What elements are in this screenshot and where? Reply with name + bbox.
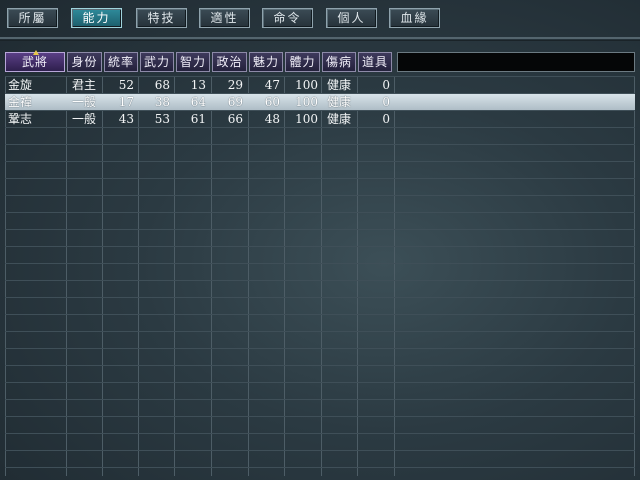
cell-health: 健康 [327, 95, 352, 109]
grid-row-line [5, 365, 635, 366]
cell-name: 鞏志 [8, 112, 33, 126]
table-row[interactable]: 鞏志 一般 43 53 61 66 48 100 健康 0 [5, 111, 635, 127]
tab-special[interactable]: 特技 [136, 8, 187, 28]
grid-row-line [5, 450, 635, 451]
column-header-pol[interactable]: 政治 [212, 52, 247, 72]
column-header-status[interactable]: 身份 [67, 52, 102, 72]
grid-row-line [5, 331, 635, 332]
tab-personal[interactable]: 個人 [326, 8, 377, 28]
cell-hp: 100 [295, 78, 318, 92]
column-header-health[interactable]: 傷病 [322, 52, 356, 72]
grid-row-line [5, 263, 635, 264]
column-header-items[interactable]: 道具 [358, 52, 392, 72]
cell-int: 64 [190, 95, 206, 109]
column-header-cha[interactable]: 魅力 [249, 52, 283, 72]
grid-row-line [5, 229, 635, 230]
cell-hp: 100 [295, 112, 318, 126]
column-header-war[interactable]: 武力 [140, 52, 174, 72]
cell-name: 金旋 [8, 78, 33, 92]
grid-row-line [5, 348, 635, 349]
table-row-selected[interactable]: 金禕 一般 17 38 64 69 60 100 健康 0 [5, 94, 635, 110]
cell-war: 38 [154, 95, 170, 109]
column-header-int[interactable]: 智力 [176, 52, 210, 72]
cell-name: 金禕 [8, 95, 33, 109]
cell-status: 君主 [72, 78, 97, 92]
table-header: 武將 身份 統率 武力 智力 政治 魅力 體力 傷病 道具 [0, 50, 640, 74]
cell-health: 健康 [327, 78, 352, 92]
cell-int: 61 [190, 112, 206, 126]
grid-row-line [5, 195, 635, 196]
cell-cha: 47 [264, 78, 280, 92]
cell-war: 68 [154, 78, 170, 92]
tab-affiliation[interactable]: 所屬 [7, 8, 58, 28]
cell-items: 0 [382, 78, 390, 92]
header-filler [397, 52, 635, 72]
cell-pol: 29 [227, 78, 243, 92]
grid-row-line [5, 314, 635, 315]
tab-ability[interactable]: 能力 [71, 8, 122, 28]
cell-items: 0 [382, 112, 390, 126]
grid-row-line [5, 467, 635, 468]
tab-aptitude[interactable]: 適性 [199, 8, 250, 28]
column-header-lead[interactable]: 統率 [104, 52, 138, 72]
cell-items: 0 [382, 95, 390, 109]
grid-row-line [5, 161, 635, 162]
cell-pol: 66 [227, 112, 243, 126]
table-row[interactable]: 金旋 君主 52 68 13 29 47 100 健康 0 [5, 77, 635, 93]
cell-status: 一般 [72, 112, 97, 126]
column-header-general[interactable]: 武將 [5, 50, 65, 72]
grid-row-line [5, 416, 635, 417]
grid-row-line [5, 433, 635, 434]
divider-shadow [0, 40, 640, 41]
cell-cha: 48 [264, 112, 280, 126]
cell-cha: 60 [264, 95, 280, 109]
grid-row-line [5, 178, 635, 179]
tab-bar: 所屬 能力 特技 適性 命令 個人 血緣 [0, 0, 640, 36]
cell-health: 健康 [327, 112, 352, 126]
column-header-hp[interactable]: 體力 [285, 52, 320, 72]
cell-int: 13 [190, 78, 206, 92]
grid-row-line [5, 246, 635, 247]
grid-row-line [5, 280, 635, 281]
cell-lead: 43 [118, 112, 134, 126]
grid-row-line [5, 144, 635, 145]
grid-row-line [5, 127, 635, 128]
cell-war: 53 [154, 112, 170, 126]
grid-row-line [5, 399, 635, 400]
column-label: 武將 [21, 55, 48, 69]
grid-row-line [5, 382, 635, 383]
grid-row-line [5, 212, 635, 213]
cell-pol: 69 [227, 95, 243, 109]
cell-hp: 100 [295, 95, 318, 109]
grid-row-line [5, 297, 635, 298]
table-grid [5, 76, 635, 476]
cell-status: 一般 [72, 95, 97, 109]
cell-lead: 52 [118, 78, 134, 92]
tab-command[interactable]: 命令 [262, 8, 313, 28]
sort-up-triangle-icon [33, 50, 39, 55]
tab-lineage[interactable]: 血緣 [389, 8, 440, 28]
cell-lead: 17 [118, 95, 134, 109]
divider [0, 37, 640, 39]
